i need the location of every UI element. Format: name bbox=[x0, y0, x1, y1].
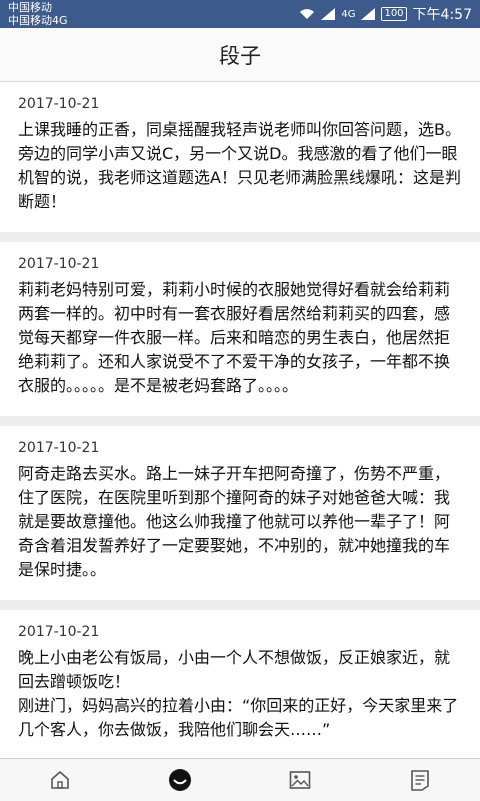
signal-icon bbox=[321, 8, 336, 20]
post-card[interactable]: 2017-10-21 上课我睡的正香，同桌摇醒我轻声说老师叫你回答问题，选B。旁… bbox=[0, 82, 480, 232]
tab-home[interactable] bbox=[0, 759, 120, 801]
post-text: 莉莉老妈特别可爱，莉莉小时候的衣服她觉得好看就会给莉莉两套一样的。初中时有一套衣… bbox=[18, 280, 451, 395]
picture-icon bbox=[289, 771, 311, 789]
home-icon bbox=[51, 771, 69, 789]
tab-jokes[interactable] bbox=[120, 759, 240, 801]
document-icon bbox=[411, 770, 429, 791]
tab-articles[interactable] bbox=[360, 759, 480, 801]
post-date: 2017-10-21 bbox=[18, 96, 100, 112]
tab-pictures[interactable] bbox=[240, 759, 360, 801]
app-header: 段子 bbox=[0, 28, 480, 82]
post-card[interactable]: 2017-10-21 莉莉老妈特别可爱，莉莉小时候的衣服她觉得好看就会给莉莉两套… bbox=[0, 242, 480, 416]
bottom-tab-bar bbox=[0, 758, 480, 801]
post-card[interactable]: 2017-10-21 晚上小由老公有饭局，小由一个人不想做饭，反正娘家近，就回去… bbox=[0, 610, 480, 758]
post-feed[interactable]: 2017-10-21 上课我睡的正香，同桌摇醒我轻声说老师叫你回答问题，选B。旁… bbox=[0, 82, 480, 758]
carrier-info: 中国移动 中国移动4G bbox=[8, 1, 68, 27]
network-type: 4G bbox=[341, 8, 356, 20]
carrier-2: 中国移动4G bbox=[8, 14, 68, 27]
carrier-1: 中国移动 bbox=[8, 1, 52, 14]
post-date: 2017-10-21 bbox=[18, 256, 100, 272]
post-text: 阿奇走路去买水。路上一妹子开车把阿奇撞了，伤势不严重，住了医院，在医院里听到那个… bbox=[18, 464, 451, 579]
post-text: 晚上小由老公有饭局，小由一个人不想做饭，反正娘家近，就回去蹭顿饭吃！ 刚进门，妈… bbox=[18, 648, 459, 739]
signal-icon-2 bbox=[361, 8, 376, 20]
post-date: 2017-10-21 bbox=[18, 624, 100, 640]
wifi-icon bbox=[299, 8, 315, 20]
clock: 下午4:57 bbox=[412, 7, 472, 23]
page-title: 段子 bbox=[219, 43, 261, 68]
post-card[interactable]: 2017-10-21 阿奇走路去买水。路上一妹子开车把阿奇撞了，伤势不严重，住了… bbox=[0, 426, 480, 600]
status-bar: 中国移动 中国移动4G 4G 100 下午4:57 bbox=[0, 0, 480, 28]
post-text: 上课我睡的正香，同桌摇醒我轻声说老师叫你回答问题，选B。旁边的同学小声又说C，另… bbox=[18, 120, 461, 211]
post-date: 2017-10-21 bbox=[18, 440, 100, 456]
smile-icon bbox=[169, 769, 191, 791]
battery-indicator: 100 bbox=[381, 7, 407, 21]
